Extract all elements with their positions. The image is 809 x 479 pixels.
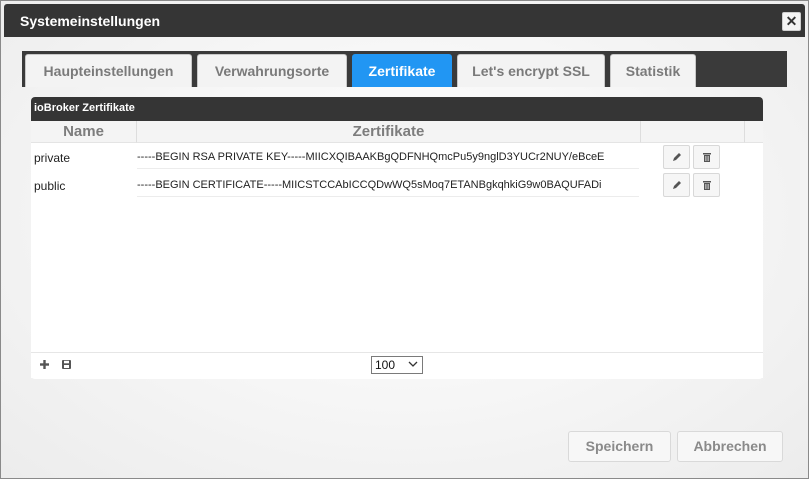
column-header-certificates[interactable]: Zertifikate <box>137 121 641 143</box>
table-row: private -----BEGIN RSA PRIVATE KEY-----M… <box>31 145 763 171</box>
close-button[interactable]: ✕ <box>782 12 801 31</box>
cancel-button[interactable]: Abbrechen <box>677 431 783 462</box>
tab-verwahrungsorte[interactable]: Verwahrungsorte <box>197 54 347 87</box>
edit-button[interactable] <box>663 145 690 169</box>
tab-bar: Haupteinstellungen Verwahrungsorte Zerti… <box>22 51 787 87</box>
delete-button[interactable] <box>693 173 720 197</box>
delete-button[interactable] <box>693 145 720 169</box>
row-certificate[interactable]: -----BEGIN RSA PRIVATE KEY-----MIICXQIBA… <box>137 145 639 169</box>
column-header-name[interactable]: Name <box>31 121 137 143</box>
pencil-icon <box>673 153 681 161</box>
column-header-spacer <box>745 121 763 143</box>
certificates-panel: ioBroker Zertifikate Name Zertifikate pr… <box>31 97 763 379</box>
row-certificate[interactable]: -----BEGIN CERTIFICATE-----MIICSTCCAbICC… <box>137 173 639 197</box>
panel-title: ioBroker Zertifikate <box>31 97 763 121</box>
trash-icon <box>703 153 711 162</box>
close-icon: ✕ <box>785 13 798 29</box>
dialog-title: Systemeinstellungen <box>20 13 161 29</box>
save-disk-icon[interactable] <box>61 359 72 370</box>
pencil-icon <box>673 181 681 189</box>
column-header-actions <box>641 121 745 143</box>
add-icon[interactable] <box>39 359 50 370</box>
tab-zertifikate[interactable]: Zertifikate <box>352 54 452 87</box>
tab-statistik[interactable]: Statistik <box>610 54 696 87</box>
page-size-value: 100 <box>375 358 396 372</box>
chevron-down-icon <box>408 361 418 367</box>
row-name[interactable]: public <box>34 179 65 193</box>
table-footer: 100 <box>31 352 763 378</box>
table-row: public -----BEGIN CERTIFICATE-----MIICST… <box>31 173 763 199</box>
row-name[interactable]: private <box>34 151 70 165</box>
tab-haupteinstellungen[interactable]: Haupteinstellungen <box>25 54 192 87</box>
save-button[interactable]: Speichern <box>568 431 671 462</box>
edit-button[interactable] <box>663 173 690 197</box>
tab-lets-encrypt-ssl[interactable]: Let's encrypt SSL <box>457 54 605 87</box>
title-bar: Systemeinstellungen ✕ <box>4 4 805 37</box>
settings-dialog: Systemeinstellungen ✕ Haupteinstellungen… <box>0 0 809 479</box>
page-size-select[interactable]: 100 <box>371 356 423 374</box>
trash-icon <box>703 181 711 190</box>
